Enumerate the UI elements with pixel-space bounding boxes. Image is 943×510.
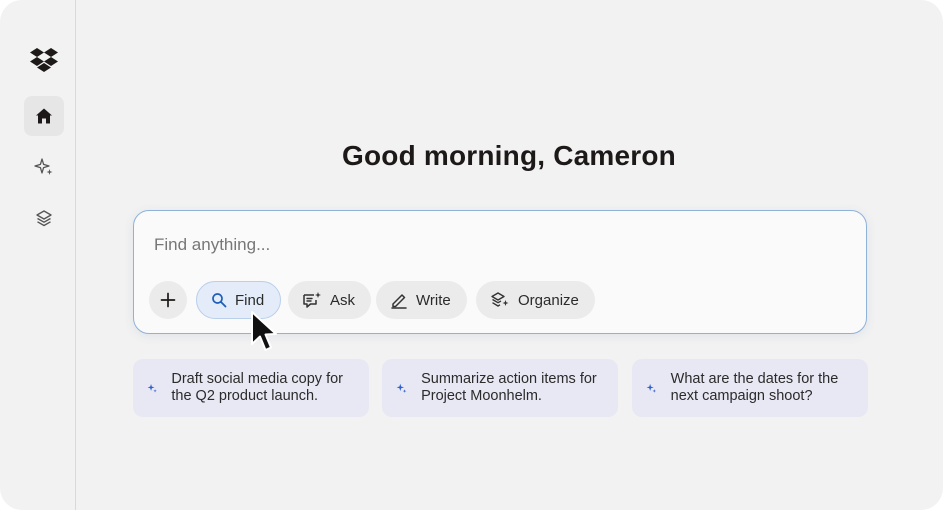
layers-sparkle-icon (491, 292, 509, 307)
mode-label: Ask (330, 291, 356, 309)
app-window: Good morning, Cameron Find Ask (0, 0, 943, 510)
mouse-pointer-icon (251, 311, 277, 351)
mode-organize-button[interactable]: Organize (476, 281, 595, 319)
sidebar (0, 0, 76, 510)
sparkle-icon (646, 383, 657, 393)
greeting-title: Good morning, Cameron (342, 140, 676, 171)
prompt-box: Find Ask Write Organize (133, 210, 867, 334)
mode-ask-button[interactable]: Ask (288, 281, 372, 319)
search-input[interactable] (152, 231, 756, 259)
mode-write-button[interactable]: Write (376, 281, 467, 319)
dropbox-logo-icon[interactable] (30, 47, 58, 73)
suggestion-card[interactable]: What are the dates for the next campaign… (632, 359, 868, 417)
pen-icon (391, 294, 407, 309)
layers-icon (36, 210, 52, 227)
suggestion-text: What are the dates for the next campaign… (670, 371, 839, 404)
suggestion-text: Summarize action items for Project Moonh… (421, 371, 597, 404)
sidebar-item-stacks[interactable] (24, 198, 64, 238)
mode-label: Write (416, 291, 451, 309)
mode-label: Organize (518, 291, 579, 309)
suggestion-text: Draft social media copy for the Q2 produ… (171, 371, 344, 404)
suggestion-card[interactable]: Draft social media copy for the Q2 produ… (133, 359, 369, 417)
sparkle-icon (147, 383, 157, 393)
sidebar-item-home[interactable] (24, 96, 64, 136)
sparkle-icon (396, 383, 407, 393)
search-icon (212, 293, 227, 308)
home-icon (36, 108, 52, 124)
mode-label: Find (235, 291, 265, 309)
suggestion-card[interactable]: Summarize action items for Project Moonh… (382, 359, 618, 417)
add-button[interactable] (149, 281, 187, 319)
chat-sparkle-icon (303, 292, 321, 308)
plus-icon (160, 292, 176, 308)
